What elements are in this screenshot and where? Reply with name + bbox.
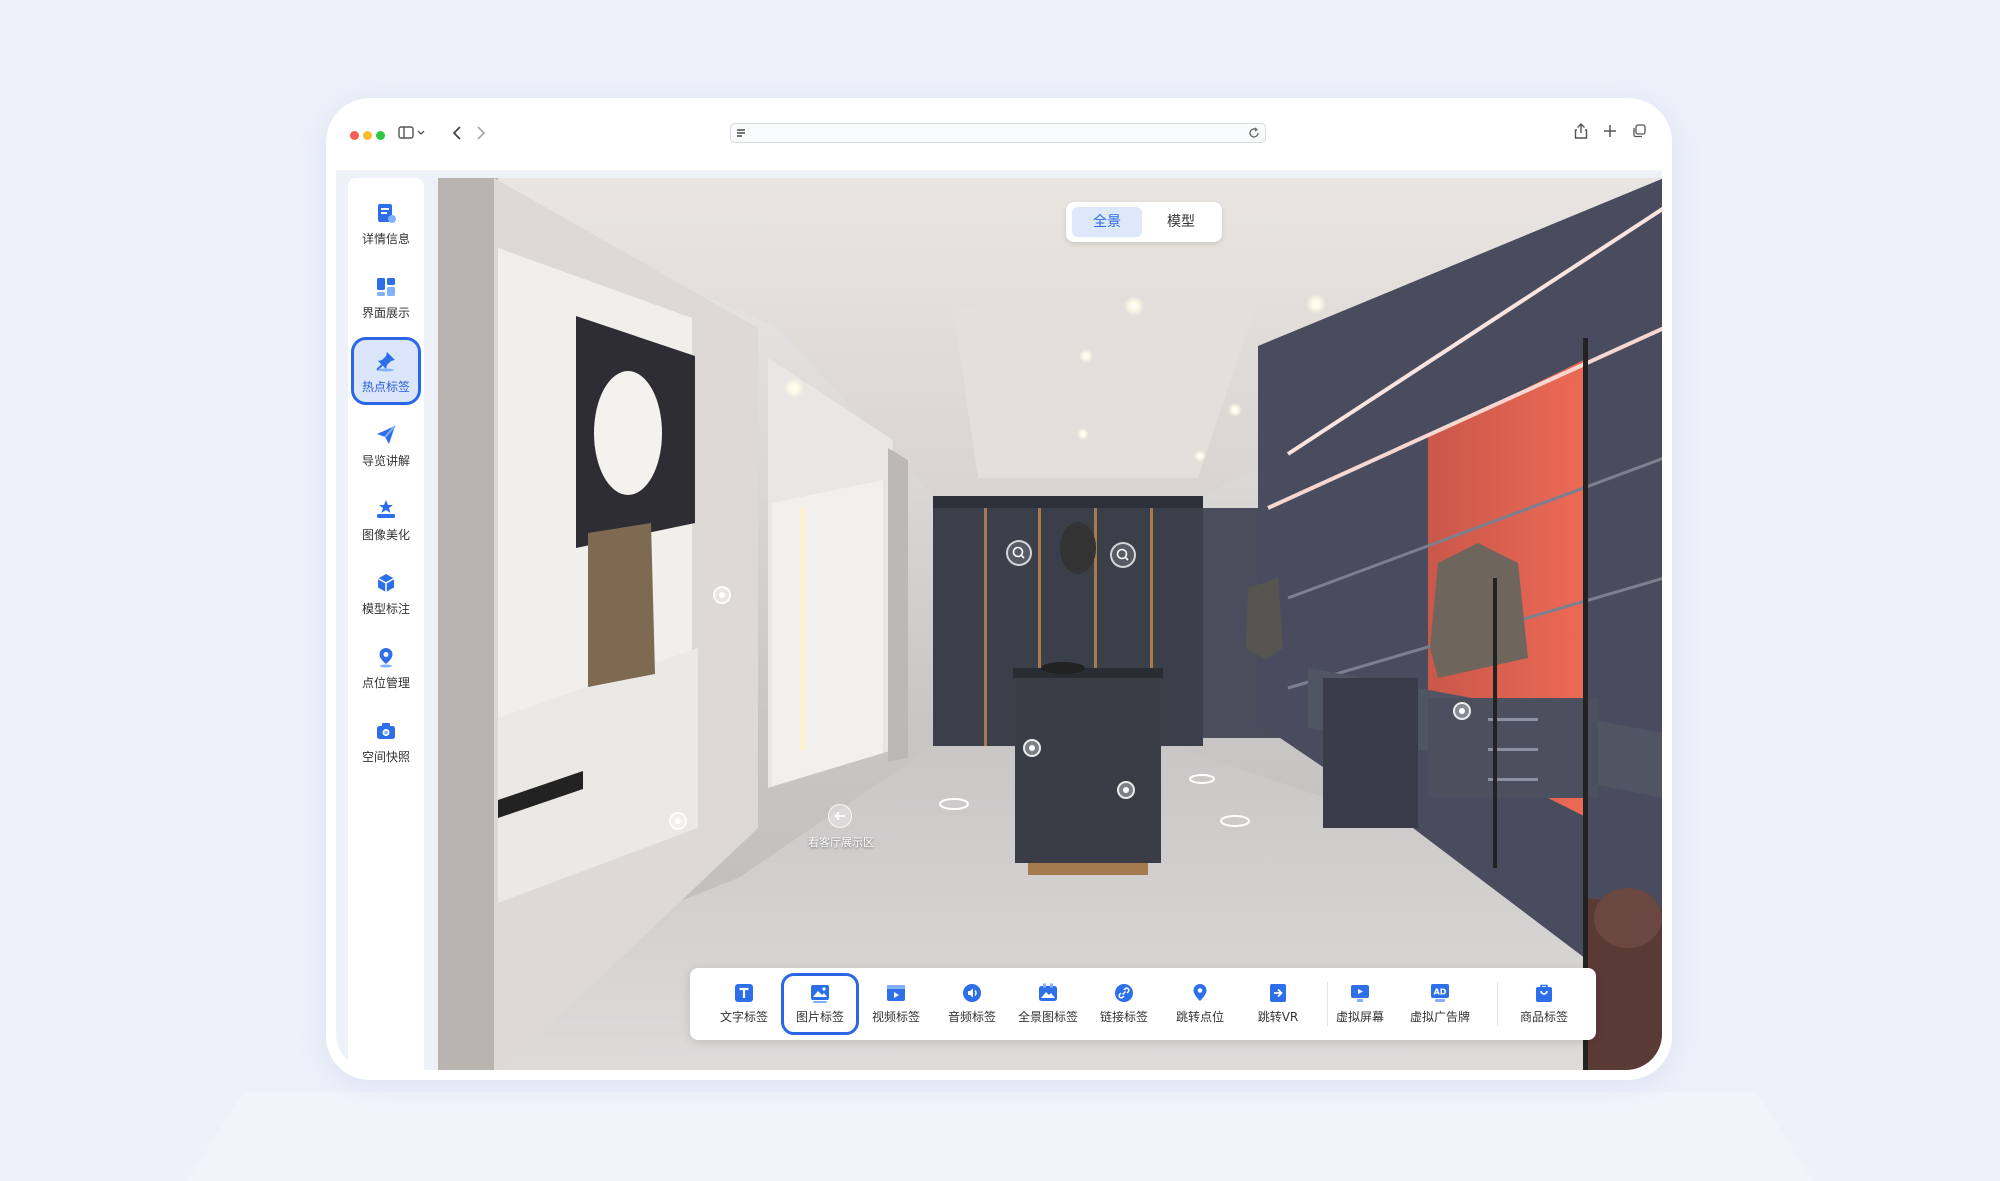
zoom-hotspot[interactable]: [1110, 542, 1136, 568]
zoom-hotspot[interactable]: [1006, 540, 1032, 566]
panorama-viewer[interactable]: 全景 模型 看客厅展示区 文字标签 图片标签 视频标签 音频标签 全景图标签 链…: [438, 178, 1662, 1070]
sidebar-item-label: 模型标注: [361, 602, 410, 616]
panorama-icon: [1039, 983, 1057, 1001]
reload-icon[interactable]: [1248, 127, 1260, 139]
model-mode-button[interactable]: 模型: [1146, 207, 1216, 237]
hotspot-marker[interactable]: [1023, 739, 1041, 757]
image-tag-button[interactable]: 图片标签: [781, 973, 859, 1035]
sidebar-item-label: 详情信息: [361, 232, 410, 246]
sidebar-item-label: 图像美化: [361, 528, 410, 542]
sidebar-item-space-snapshot[interactable]: 空间快照: [354, 710, 418, 772]
tag-label: 全景图标签: [1017, 1010, 1078, 1024]
video-icon: [887, 985, 905, 1001]
hotspot-marker[interactable]: [713, 586, 731, 604]
tab-overview-icon[interactable]: [1632, 124, 1646, 138]
location-pin-icon: [379, 648, 393, 668]
link-tag-button[interactable]: 链接标签: [1088, 976, 1160, 1032]
audio-tag-button[interactable]: 音频标签: [936, 976, 1008, 1032]
share-icon[interactable]: [1574, 123, 1588, 139]
shopping-icon: [1536, 984, 1552, 1002]
new-tab-icon[interactable]: [1604, 125, 1616, 137]
tag-label: 商品标签: [1519, 1010, 1568, 1024]
product-tag-button[interactable]: 商品标签: [1508, 976, 1580, 1032]
cube-icon: [377, 574, 395, 592]
location-icon: [1193, 984, 1207, 1001]
sidebar-item-model-annotation[interactable]: 模型标注: [354, 562, 418, 624]
arrow-left-icon: [834, 811, 845, 821]
beautify-icon: [377, 500, 395, 518]
image-icon: [811, 985, 829, 1003]
text-icon: [735, 984, 753, 1002]
browser-window: 详情信息 界面展示 热点标签 导览讲解 图像美化 模型标注 点位管理 空间快照 …: [336, 108, 1662, 1070]
tag-label: 虚拟屏幕: [1335, 1010, 1384, 1024]
svg-text:AD: AD: [1434, 988, 1447, 997]
hotspot-marker[interactable]: [1453, 702, 1471, 720]
address-bar[interactable]: [730, 123, 1266, 143]
sidebar-item-label: 界面展示: [361, 306, 410, 320]
area-label: 看客厅展示区: [808, 836, 874, 849]
virtual-screen-tag-button[interactable]: 虚拟屏幕: [1324, 976, 1396, 1032]
minimize-window-button[interactable]: [363, 131, 372, 140]
sidebar-item-interface[interactable]: 界面展示: [354, 266, 418, 328]
tag-label: 跳转VR: [1257, 1010, 1299, 1024]
sidebar-item-details[interactable]: 详情信息: [354, 192, 418, 254]
back-icon[interactable]: [452, 126, 462, 140]
panorama-tag-button[interactable]: 全景图标签: [1012, 976, 1084, 1032]
link-icon: [1115, 984, 1133, 1002]
magnifier-icon: [1012, 546, 1025, 559]
camera-icon: [377, 723, 395, 739]
panorama-scene: [438, 178, 1662, 1070]
sidebar-toggle-icon[interactable]: [398, 126, 426, 140]
sidebar-item-label: 导览讲解: [361, 454, 410, 468]
browser-titlebar: [336, 108, 1662, 160]
layout-icon: [377, 278, 395, 296]
paper-plane-icon: [377, 425, 396, 444]
forward-icon[interactable]: [476, 126, 486, 140]
hotspot-marker[interactable]: [1117, 781, 1135, 799]
toolbar-divider: [1497, 982, 1498, 1026]
tag-label: 音频标签: [947, 1010, 996, 1024]
sidebar-item-point-management[interactable]: 点位管理: [354, 636, 418, 698]
virtual-billboard-tag-button[interactable]: AD 虚拟广告牌: [1400, 976, 1480, 1032]
pin-icon: [376, 352, 395, 372]
tag-label: 文字标签: [719, 1010, 768, 1024]
sidebar-item-image-beautify[interactable]: 图像美化: [354, 488, 418, 550]
jump-vr-tag-button[interactable]: 跳转VR: [1242, 976, 1314, 1032]
hotspot-tag-toolbar: 文字标签 图片标签 视频标签 音频标签 全景图标签 链接标签 跳转点位 跳转VR…: [690, 968, 1596, 1040]
sidebar-item-guided-tour[interactable]: 导览讲解: [354, 414, 418, 476]
sidebar-item-label: 空间快照: [361, 750, 410, 764]
view-mode-toggle: 全景 模型: [1066, 202, 1222, 242]
jump-vr-icon: [1270, 984, 1286, 1002]
sidebar-item-hotspot-tags[interactable]: 热点标签: [351, 337, 421, 405]
text-tag-button[interactable]: 文字标签: [708, 976, 780, 1032]
tag-label: 跳转点位: [1175, 1010, 1224, 1024]
navigation-arrow-hotspot[interactable]: [828, 804, 852, 828]
audio-icon: [963, 984, 981, 1002]
hotspot-marker[interactable]: [669, 812, 687, 830]
sidebar-item-label: 热点标签: [361, 380, 410, 394]
panorama-mode-button[interactable]: 全景: [1072, 207, 1142, 237]
tag-label: 虚拟广告牌: [1409, 1010, 1470, 1024]
magnifier-icon: [1116, 548, 1129, 561]
device-stand: [160, 1092, 1840, 1181]
editor-app: 详情信息 界面展示 热点标签 导览讲解 图像美化 模型标注 点位管理 空间快照 …: [336, 170, 1662, 1070]
tag-label: 视频标签: [871, 1010, 920, 1024]
page-settings-icon[interactable]: [736, 128, 746, 138]
video-tag-button[interactable]: 视频标签: [860, 976, 932, 1032]
sidebar-item-label: 点位管理: [361, 676, 410, 690]
function-sidebar: 详情信息 界面展示 热点标签 导览讲解 图像美化 模型标注 点位管理 空间快照: [348, 178, 424, 1070]
device-frame: 详情信息 界面展示 热点标签 导览讲解 图像美化 模型标注 点位管理 空间快照 …: [326, 98, 1672, 1080]
tag-label: 图片标签: [795, 1010, 844, 1024]
screen-icon: [1351, 985, 1369, 1002]
document-icon: [378, 204, 396, 223]
ad-icon: AD: [1431, 984, 1449, 1002]
close-window-button[interactable]: [350, 131, 359, 140]
tag-label: 链接标签: [1099, 1010, 1148, 1024]
jump-point-tag-button[interactable]: 跳转点位: [1164, 976, 1236, 1032]
maximize-window-button[interactable]: [376, 131, 385, 140]
